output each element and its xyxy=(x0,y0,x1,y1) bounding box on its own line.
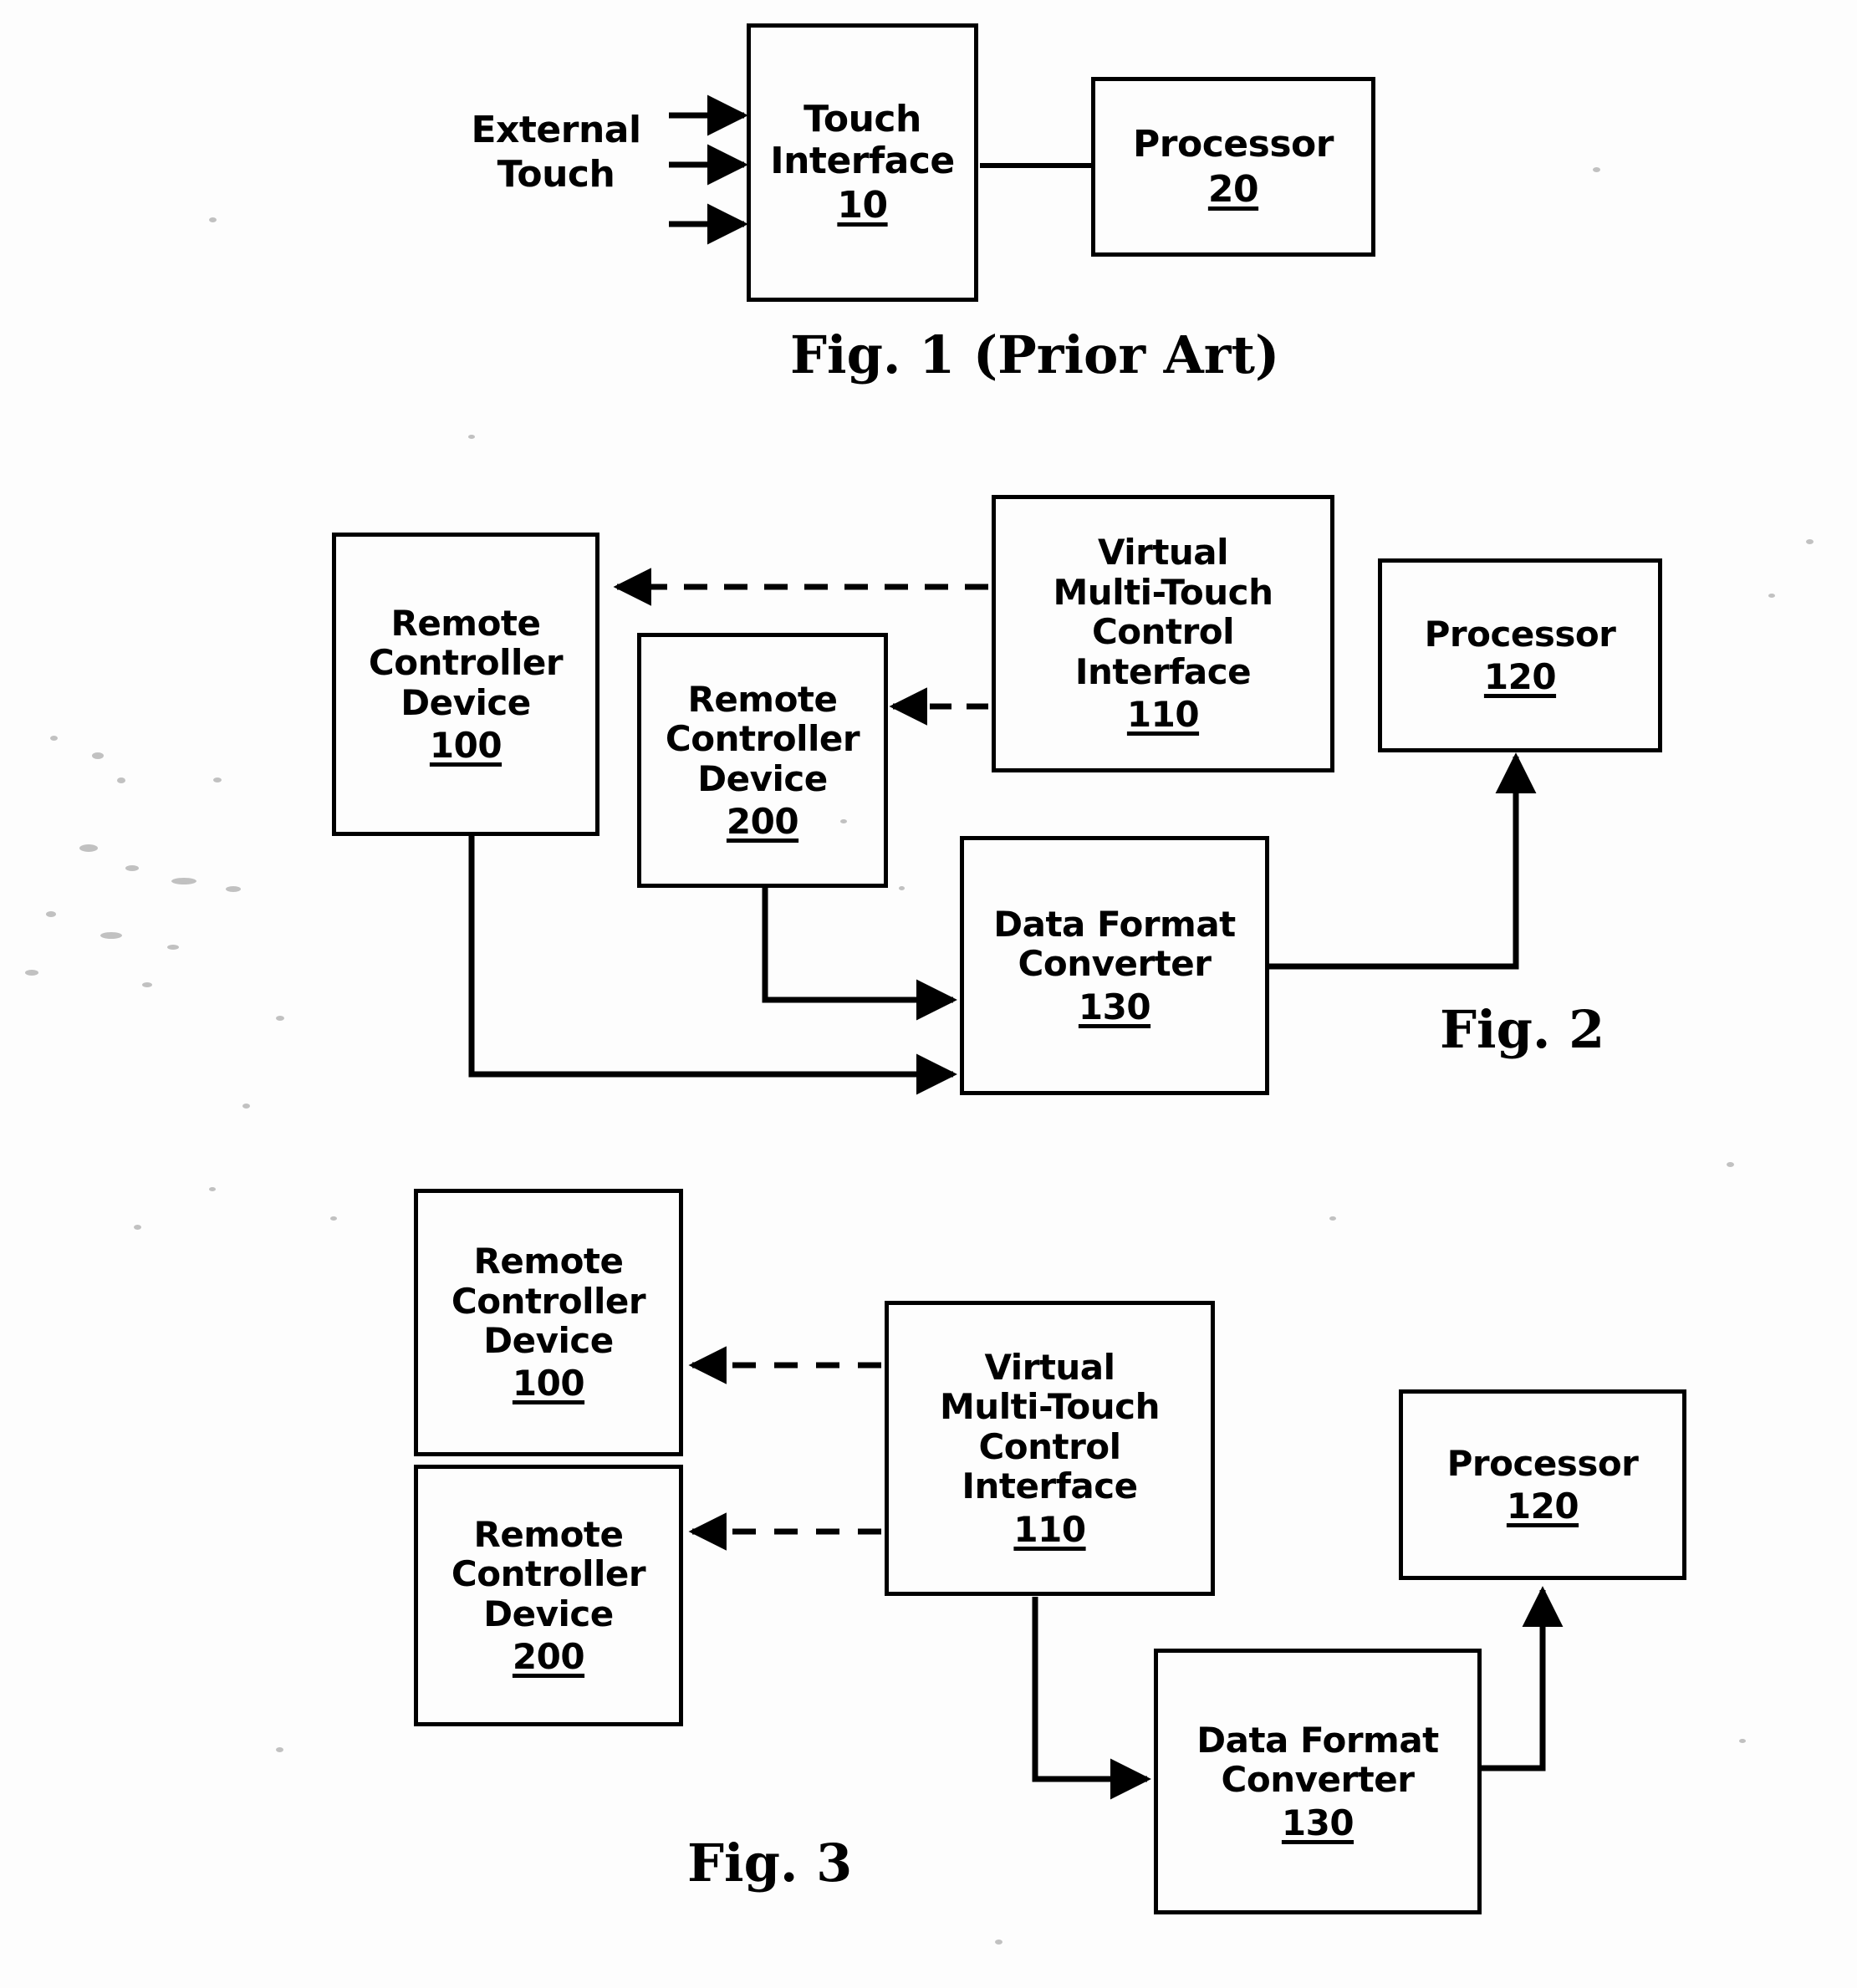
rcd200-line-1: Remote xyxy=(687,678,838,720)
fig2-remote-controller-device-200-block: Remote Controller Device 200 xyxy=(637,633,888,888)
processor120-line-1: Processor xyxy=(1424,613,1616,655)
fig1-caption: Fig. 1 (Prior Art) xyxy=(790,324,1280,385)
fig3-vmtci-line-1: Virtual xyxy=(984,1346,1115,1388)
fig2-remote-controller-device-100-block: Remote Controller Device 100 xyxy=(332,533,599,836)
dfc130-line-2: Converter xyxy=(1018,943,1212,985)
fig2-data-format-converter-130-block: Data Format Converter 130 xyxy=(960,836,1269,1095)
vmtci-line-4: Interface xyxy=(1074,650,1252,692)
fig1-external-touch-label: External Touch xyxy=(456,109,656,197)
fig3-remote-controller-device-100-block: Remote Controller Device 100 xyxy=(414,1189,683,1456)
dfc130-line-1: Data Format xyxy=(993,903,1236,945)
processor-reference-numeral: 20 xyxy=(1207,167,1259,211)
fig3-dfc130-reference-numeral: 130 xyxy=(1281,1802,1354,1843)
external-touch-line-1: External xyxy=(471,109,641,151)
rcd100-line-2: Controller xyxy=(368,642,564,684)
fig1-touch-interface-block: Touch Interface 10 xyxy=(747,23,978,302)
vmtci-line-2: Multi-Touch xyxy=(1053,571,1273,613)
fig2-caption: Fig. 2 xyxy=(1440,999,1605,1060)
fig2-virtual-multi-touch-control-interface-block: Virtual Multi-Touch Control Interface 11… xyxy=(992,495,1334,772)
vmtci-line-3: Control xyxy=(1091,611,1235,653)
rcd100-line-3: Device xyxy=(400,681,531,723)
fig3-vmtci-line-2: Multi-Touch xyxy=(940,1386,1160,1428)
vmtci-line-1: Virtual xyxy=(1097,532,1229,573)
fig3-data-format-converter-130-block: Data Format Converter 130 xyxy=(1154,1649,1482,1914)
processor-line-1: Processor xyxy=(1133,122,1334,166)
fig3-rcd100-line-2: Controller xyxy=(451,1280,646,1322)
fig3-processor120-line-1: Processor xyxy=(1446,1442,1639,1484)
fig3-processor-120-block: Processor 120 xyxy=(1399,1389,1686,1580)
fig3-dfc130-line-2: Converter xyxy=(1221,1759,1415,1801)
fig3-rcd100-line-1: Remote xyxy=(473,1241,624,1282)
fig3-rcd100-line-3: Device xyxy=(483,1320,614,1361)
rcd200-line-3: Device xyxy=(697,757,828,799)
processor120-reference-numeral: 120 xyxy=(1483,656,1557,697)
fig3-vmtci-line-4: Interface xyxy=(962,1466,1138,1507)
dfc130-reference-numeral: 130 xyxy=(1078,986,1151,1027)
fig2-link-130-120 xyxy=(1269,752,1537,970)
rcd200-reference-numeral: 200 xyxy=(726,800,799,842)
fig3-rcd200-reference-numeral: 200 xyxy=(512,1635,585,1677)
fig3-link-110-130 xyxy=(1032,1597,1151,1800)
fig1-processor-block: Processor 20 xyxy=(1091,77,1375,257)
fig3-rcd100-reference-numeral: 100 xyxy=(512,1363,585,1404)
fig3-rcd200-line-3: Device xyxy=(483,1593,614,1634)
touch-interface-line-2: Interface xyxy=(770,139,955,182)
fig3-virtual-multi-touch-control-interface-block: Virtual Multi-Touch Control Interface 11… xyxy=(885,1301,1215,1596)
fig3-processor120-reference-numeral: 120 xyxy=(1506,1486,1579,1527)
fig3-vmtci-reference-numeral: 110 xyxy=(1013,1508,1086,1550)
fig3-dfc130-line-1: Data Format xyxy=(1196,1719,1439,1761)
external-touch-line-2: Touch xyxy=(497,152,615,196)
fig2-processor-120-block: Processor 120 xyxy=(1378,558,1662,752)
rcd100-reference-numeral: 100 xyxy=(429,724,503,766)
touch-interface-line-1: Touch xyxy=(804,97,921,140)
patent-drawing-sheet: External Touch Touch Interface 10 Proces… xyxy=(0,0,1857,1988)
fig3-caption: Fig. 3 xyxy=(687,1833,853,1894)
fig3-rcd200-line-1: Remote xyxy=(473,1513,624,1555)
rcd200-line-2: Controller xyxy=(665,718,860,760)
touch-interface-reference-numeral: 10 xyxy=(837,184,888,227)
fig3-link-130-120 xyxy=(1482,1586,1564,1771)
fig3-rcd200-line-2: Controller xyxy=(451,1553,646,1595)
fig3-vmtci-line-3: Control xyxy=(978,1425,1121,1467)
fig3-remote-controller-device-200-block: Remote Controller Device 200 xyxy=(414,1465,683,1726)
vmtci-reference-numeral: 110 xyxy=(1126,694,1200,736)
rcd100-line-1: Remote xyxy=(390,602,541,644)
